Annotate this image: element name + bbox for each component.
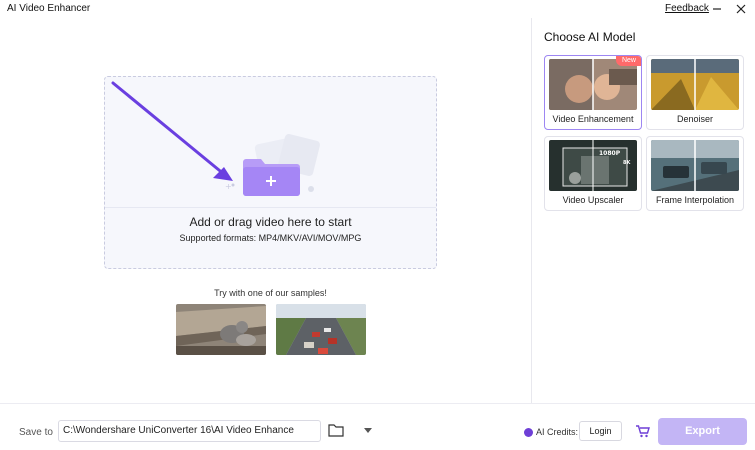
supported-formats: Supported formats: MP4/MKV/AVI/MOV/MPG (179, 233, 362, 243)
save-path-value: C:\Wondershare UniConverter 16\AI Video … (63, 425, 294, 436)
arrow-icon (111, 81, 233, 181)
credits-icon (524, 428, 533, 437)
sample-video-squirrel[interactable] (176, 304, 266, 355)
login-button[interactable]: Login (579, 421, 622, 441)
model-thumb-video-upscaler: 1080P 8K (549, 140, 637, 191)
model-label: Frame Interpolation (655, 195, 735, 205)
save-path-select[interactable]: C:\Wondershare UniConverter 16\AI Video … (58, 420, 372, 442)
bottom-bar: Save to C:\Wondershare UniConverter 16\A… (0, 403, 755, 450)
chevron-down-icon (364, 428, 372, 433)
samples-label: Try with one of our samples! (214, 288, 327, 298)
upscaler-text-8k: 8K (623, 160, 631, 166)
video-dropzone[interactable]: + Add or drag video here to start Suppor… (104, 76, 437, 269)
folder-icon (328, 424, 344, 437)
title-bar: AI Video Enhancer Feedback (0, 0, 755, 18)
model-label: Video Enhancement (552, 114, 634, 124)
model-card-video-upscaler[interactable]: 1080P 8K Video Upscaler (544, 136, 642, 211)
cart-icon (636, 425, 650, 438)
plus-folder-icon (243, 159, 300, 196)
dropzone-illustration: + (111, 81, 320, 196)
panel-title: Choose AI Model (544, 30, 636, 44)
model-card-denoiser[interactable]: Denoiser (646, 55, 744, 130)
model-thumb-video-enhancement (549, 59, 637, 110)
close-icon (736, 4, 746, 14)
dropzone-title: Add or drag video here to start (189, 215, 352, 229)
new-badge: New (615, 56, 641, 66)
model-thumb-denoiser (651, 59, 739, 110)
dropzone-divider (105, 207, 436, 208)
close-button[interactable] (731, 0, 751, 18)
feedback-link[interactable]: Feedback (665, 3, 709, 14)
model-card-frame-interpolation[interactable]: Frame Interpolation (646, 136, 744, 211)
ai-model-panel: Choose AI Model New Video Enhancement De… (531, 18, 755, 403)
model-card-video-enhancement[interactable]: New Video Enhancement (544, 55, 642, 130)
upscaler-text-1080p: 1080P (599, 150, 621, 157)
export-button[interactable]: Export (658, 418, 747, 445)
sample-video-highway[interactable] (276, 304, 366, 355)
minimize-icon (713, 8, 721, 10)
open-folder-button[interactable] (328, 423, 344, 437)
main-area: + Add or drag video here to start Suppor… (0, 18, 531, 403)
model-thumb-frame-interpolation (651, 140, 739, 191)
minimize-button[interactable] (707, 0, 727, 18)
cart-button[interactable] (636, 425, 650, 438)
model-label: Denoiser (676, 114, 714, 124)
app-title: AI Video Enhancer (7, 3, 91, 14)
svg-text:+: + (225, 182, 232, 191)
save-to-label: Save to (19, 427, 53, 438)
model-label: Video Upscaler (562, 195, 624, 205)
ai-credits-label: AI Credits: (536, 427, 579, 437)
